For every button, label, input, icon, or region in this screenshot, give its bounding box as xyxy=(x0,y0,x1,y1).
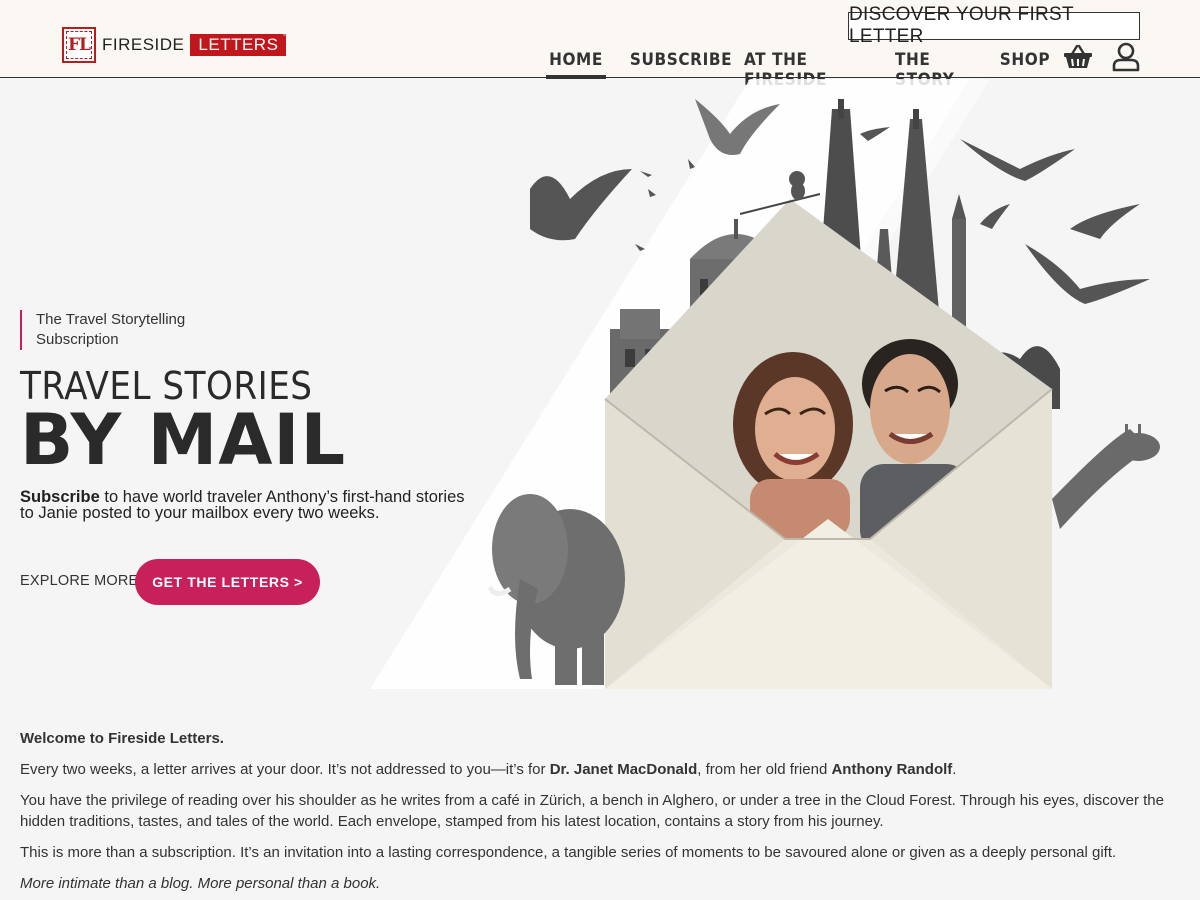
basket-icon[interactable] xyxy=(1063,44,1093,70)
get-the-letters-button[interactable]: GET THE LETTERS > xyxy=(135,559,320,605)
site-header: FL FIRESIDE LETTERS DISCOVER YOUR FIRST … xyxy=(0,0,1200,90)
logo-mark: FL xyxy=(62,27,96,63)
welcome-heading: Welcome to Fireside Letters. xyxy=(20,730,224,747)
nav-shop[interactable]: SHOP xyxy=(1000,46,1050,78)
nav-home[interactable]: HOME xyxy=(546,46,606,79)
nav-at-the-fireside[interactable]: AT THE FIRESIDE xyxy=(744,46,861,90)
main-nav: HOME SUBSCRIBE AT THE FIRESIDE THE STORY… xyxy=(546,46,1050,90)
site-logo[interactable]: FL FIRESIDE LETTERS xyxy=(62,27,288,63)
intro-tagline-italic: More intimate than a blog. More personal… xyxy=(20,875,381,892)
logo-word-letters: LETTERS xyxy=(190,31,288,56)
hero-description: Subscribe to have world traveler Anthony… xyxy=(20,489,470,522)
nav-the-story[interactable]: THE STORY xyxy=(895,46,971,90)
intro-paragraph-3: This is more than a subscription. It’s a… xyxy=(20,844,1117,861)
name-janet: Dr. Janet MacDonald xyxy=(549,761,698,778)
hero-title-line2: BY MAIL xyxy=(20,399,347,481)
intro-content: Welcome to Fireside Letters. Every two w… xyxy=(20,728,1170,900)
intro-paragraph-1: Every two weeks, a letter arrives at you… xyxy=(20,761,957,778)
giraffe-figure xyxy=(1052,424,1160,529)
user-icon[interactable] xyxy=(1112,42,1140,72)
nav-subscribe[interactable]: SUBSCRIBE xyxy=(630,46,732,78)
explore-more-link[interactable]: EXPLORE MORE xyxy=(20,573,138,589)
discover-first-letter-button[interactable]: DISCOVER YOUR FIRST LETTER xyxy=(848,4,1140,47)
name-anthony: Anthony Randolf xyxy=(831,761,953,778)
intro-paragraph-2: You have the privilege of reading over h… xyxy=(20,792,1164,830)
hero-tagline: The Travel Storytelling Subscription xyxy=(20,310,230,350)
hero-illustration xyxy=(370,79,1160,689)
logo-word-fireside: FIRESIDE xyxy=(102,35,185,54)
